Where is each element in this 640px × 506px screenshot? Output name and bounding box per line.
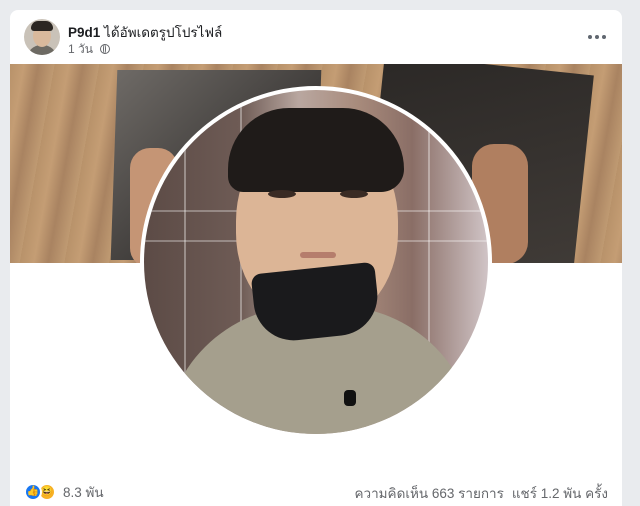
profile-hair	[228, 108, 404, 192]
reactions-summary[interactable]: 👍 😆 8.3 พัน	[24, 481, 104, 503]
post-card: P9d1 ได้อัพเดตรูปโปรไฟล์ 1 วัน 👍 😆 8.3 พ…	[10, 10, 622, 506]
globe-icon	[100, 44, 111, 54]
comments-count-link[interactable]: ความคิดเห็น 663 รายการ	[354, 486, 503, 501]
post-footer: 👍 😆 8.3 พัน ความคิดเห็น 663 รายการ แชร์ 1…	[10, 472, 622, 506]
more-options-button[interactable]	[584, 24, 610, 50]
post-meta: 1 วัน	[68, 40, 111, 59]
author-name[interactable]: P9d1	[68, 25, 100, 40]
lapel-mic	[344, 390, 356, 406]
shares-count-link[interactable]: แชร์ 1.2 พัน ครั้ง	[512, 486, 608, 501]
profile-picture[interactable]	[140, 86, 492, 438]
post-header: P9d1 ได้อัพเดตรูปโปรไฟล์ 1 วัน	[10, 10, 622, 64]
author-avatar[interactable]	[24, 19, 60, 55]
post-stats: ความคิดเห็น 663 รายการ แชร์ 1.2 พัน ครั้ง	[354, 482, 608, 504]
more-options-icon	[588, 35, 592, 39]
post-action-text: ได้อัพเดตรูปโปรไฟล์	[104, 25, 223, 40]
post-timestamp[interactable]: 1 วัน	[68, 42, 93, 56]
reactions-count: 8.3 พัน	[63, 485, 104, 500]
like-reaction-icon: 👍	[24, 483, 42, 501]
